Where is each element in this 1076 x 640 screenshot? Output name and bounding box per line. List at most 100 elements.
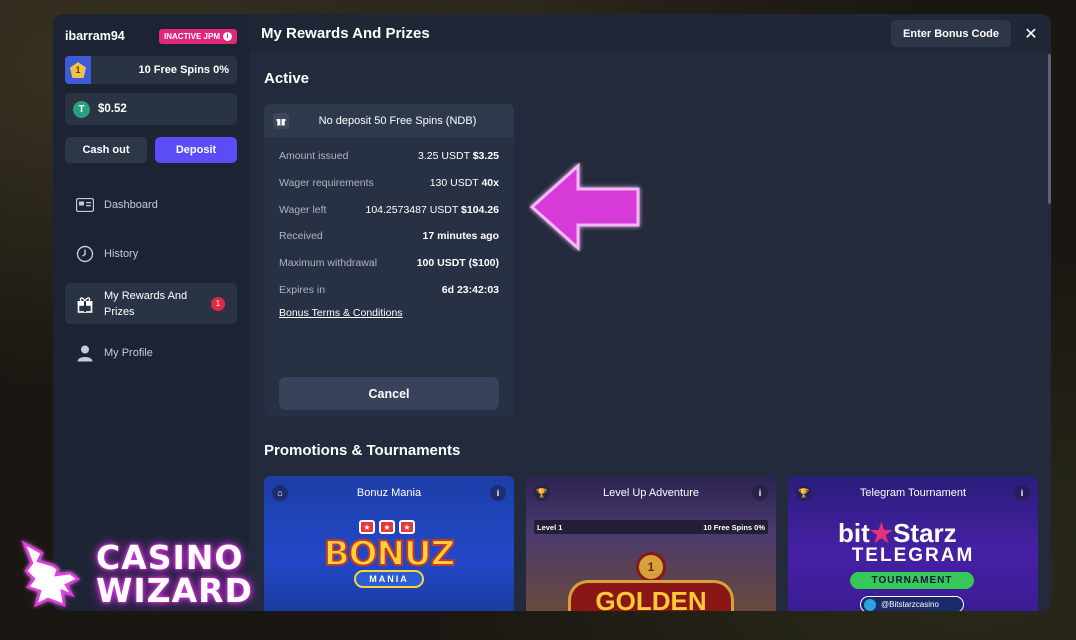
- sidebar-item-label: History: [104, 248, 139, 260]
- rewards-modal: ibarram94 INACTIVE JPM i 1 10 Free Spins…: [53, 14, 1051, 611]
- deposit-button[interactable]: Deposit: [155, 137, 237, 163]
- watermark-line1: CASINO: [96, 538, 244, 577]
- value-text: 104.2573487 USDT: [365, 203, 459, 216]
- close-icon[interactable]: ✕: [1021, 24, 1041, 44]
- username: ibarram94: [65, 29, 125, 43]
- value-bold: $3.25: [472, 150, 499, 163]
- level-progress: 10 Free Spins 0%: [703, 522, 765, 532]
- scrollbar[interactable]: [1048, 54, 1051, 204]
- gift-icon: [76, 295, 94, 313]
- modal-header: My Rewards And Prizes Enter Bonus Code ✕: [249, 14, 1051, 53]
- balance-display[interactable]: T $0.52: [65, 93, 237, 125]
- promo-card-level-up-adventure[interactable]: 🏆 Level Up Adventure i Level 1 10 Free S…: [526, 476, 776, 611]
- brand-part: bit: [838, 518, 870, 548]
- row-value: 130 USDT 40x: [430, 177, 499, 189]
- sidebar-item-history[interactable]: History: [65, 234, 237, 274]
- info-icon[interactable]: i: [1014, 485, 1030, 501]
- handle-text: @Bitstarzcasino: [881, 600, 939, 609]
- promo-card-title: Telegram Tournament: [859, 487, 967, 499]
- sidebar-item-label: My Rewards And Prizes: [104, 289, 188, 318]
- bonus-row-wager-requirements: Wager requirements 130 USDT 40x: [279, 170, 499, 197]
- row-value: 17 minutes ago: [423, 230, 499, 242]
- user-row: ibarram94 INACTIVE JPM i: [65, 27, 237, 45]
- level-progress-bar: 1 10 Free Spins 0%: [65, 56, 237, 84]
- watermark-line2: WIZARD: [96, 571, 253, 610]
- row-value: 3.25 USDT $3.25: [418, 150, 499, 162]
- main-panel: My Rewards And Prizes Enter Bonus Code ✕…: [249, 14, 1051, 611]
- telegram-handle: @Bitstarzcasino: [860, 596, 964, 611]
- level-strip: Level 1 10 Free Spins 0%: [534, 520, 768, 534]
- mania-logo-text: MANIA: [354, 570, 424, 588]
- row-key: Maximum withdrawal: [279, 257, 378, 270]
- cancel-bonus-button[interactable]: Cancel: [279, 377, 499, 411]
- page-title: My Rewards And Prizes: [261, 25, 430, 42]
- sidebar-item-profile[interactable]: My Profile: [65, 333, 237, 373]
- sidebar: ibarram94 INACTIVE JPM i 1 10 Free Spins…: [53, 14, 249, 611]
- watermark-text: CASINO WIZARD: [96, 541, 253, 607]
- value-text: 130 USDT: [429, 177, 479, 190]
- info-icon[interactable]: i: [490, 485, 506, 501]
- level-progress-text: 10 Free Spins 0%: [138, 64, 230, 76]
- dashboard-icon: [76, 196, 94, 214]
- bonus-name: No deposit 50 Free Spins (NDB): [318, 114, 477, 127]
- row-key: Wager requirements: [279, 177, 374, 190]
- bonus-card-header: No deposit 50 Free Spins (NDB): [264, 104, 514, 137]
- clock-icon: [76, 245, 94, 263]
- bonus-row-amount-issued: Amount issued 3.25 USDT $3.25: [279, 143, 499, 170]
- row-key: Amount issued: [279, 150, 349, 163]
- row-value: 6d 23:42:03: [442, 284, 499, 296]
- bonus-details: Amount issued 3.25 USDT $3.25 Wager requ…: [264, 137, 514, 319]
- level-label: Level 1: [537, 522, 563, 532]
- bonuz-logo-text: BONUZ: [323, 533, 457, 575]
- value-text: 3.25 USDT: [418, 150, 470, 163]
- sidebar-item-dashboard[interactable]: Dashboard: [65, 185, 237, 225]
- promo-card-bonuz-mania[interactable]: ⌂ Bonuz Mania i ★ ★ ★ BONUZ MANIA: [264, 476, 514, 611]
- slot-stars-graphic: ★ ★ ★: [359, 520, 415, 534]
- value-bold: 17 minutes ago: [422, 230, 499, 243]
- jpm-status-badge[interactable]: INACTIVE JPM i: [158, 28, 237, 44]
- active-bonus-card: No deposit 50 Free Spins (NDB) Amount is…: [264, 104, 514, 416]
- bonus-row-expires-in: Expires in 6d 23:42:03: [279, 276, 499, 303]
- pointer-arrow-icon: [529, 162, 640, 252]
- row-key: Wager left: [279, 203, 327, 216]
- active-section-title: Active: [264, 70, 310, 87]
- promo-card-title: Bonuz Mania: [356, 487, 422, 499]
- telegram-logo-text: TELEGRAM: [851, 545, 975, 566]
- value-bold: 40x: [481, 177, 499, 190]
- info-icon: i: [223, 31, 232, 41]
- star-icon: ★: [869, 518, 894, 548]
- row-key: Received: [279, 230, 323, 243]
- bonus-row-wager-left: Wager left 104.2573487 USDT $104.26: [279, 196, 499, 223]
- jpm-badge-label: INACTIVE JPM: [163, 31, 220, 41]
- cash-out-button[interactable]: Cash out: [65, 137, 147, 163]
- value-bold: $104.26: [461, 203, 499, 216]
- row-value: 100 USDT ($100): [417, 257, 499, 269]
- promo-card-telegram-tournament[interactable]: 🏆 Telegram Tournament i bit★Starz TELEGR…: [788, 476, 1038, 611]
- wizard-logo-icon: [21, 540, 81, 608]
- enter-bonus-code-button[interactable]: Enter Bonus Code: [891, 20, 1011, 47]
- level-number: 1: [70, 62, 86, 78]
- usdt-coin-icon: T: [73, 100, 90, 118]
- notification-count-badge: 1: [211, 296, 225, 311]
- casino-wizard-watermark: CASINO WIZARD: [18, 539, 253, 609]
- promotions-section-title: Promotions & Tournaments: [264, 442, 461, 459]
- info-icon[interactable]: i: [752, 485, 768, 501]
- balance-amount: $0.52: [98, 103, 127, 115]
- brand-part: Starz: [893, 518, 957, 548]
- promo-card-title: Level Up Adventure: [602, 487, 699, 499]
- sidebar-item-rewards[interactable]: My Rewards And Prizes 1: [65, 283, 237, 324]
- bonus-terms-link[interactable]: Bonus Terms & Conditions: [279, 307, 499, 319]
- value-bold: 6d 23:42:03: [441, 283, 499, 296]
- sidebar-nav: Dashboard History My Rewards And Prizes …: [65, 185, 237, 373]
- value-bold: 100 USDT ($100): [416, 257, 499, 270]
- level-badge-icon: 1: [65, 56, 91, 84]
- gold-coin-icon: 1: [636, 552, 666, 582]
- sidebar-item-label: Dashboard: [104, 199, 158, 211]
- tournament-pill: TOURNAMENT: [850, 572, 974, 589]
- bonus-row-max-withdrawal: Maximum withdrawal 100 USDT ($100): [279, 250, 499, 277]
- gift-icon: [273, 112, 289, 129]
- telegram-icon: [864, 598, 876, 611]
- golden-logo-text: GOLDEN: [568, 580, 734, 611]
- user-icon: [76, 344, 94, 362]
- promotions-list: ⌂ Bonuz Mania i ★ ★ ★ BONUZ MANIA 🏆 Level …: [264, 476, 1038, 611]
